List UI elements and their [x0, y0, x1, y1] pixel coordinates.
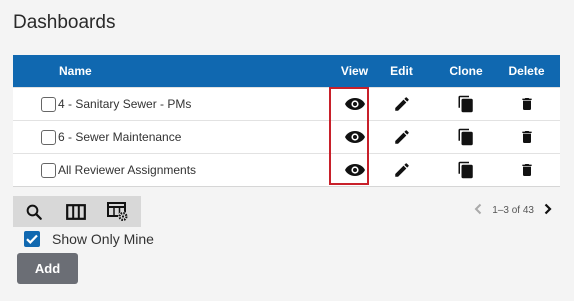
chevron-right-icon — [544, 203, 552, 215]
table-toolbar — [13, 196, 141, 227]
table-row: 4 - Sanitary Sewer - PMs — [13, 87, 560, 120]
clone-button[interactable] — [432, 121, 500, 153]
column-header-edit: Edit — [390, 64, 413, 78]
dashboard-name[interactable]: 4 - Sanitary Sewer - PMs — [58, 97, 191, 111]
column-header-name[interactable]: Name — [13, 64, 338, 78]
table-settings-icon — [107, 201, 128, 221]
table-row: 6 - Sewer Maintenance — [13, 120, 560, 153]
dashboard-name[interactable]: 6 - Sewer Maintenance — [58, 130, 181, 144]
delete-button[interactable] — [500, 154, 553, 186]
column-header-clone: Clone — [449, 64, 483, 78]
row-checkbox[interactable] — [41, 96, 56, 112]
dashboard-name[interactable]: All Reviewer Assignments — [58, 163, 196, 177]
edit-button[interactable] — [371, 121, 432, 153]
chevron-left-icon — [474, 203, 482, 215]
add-button[interactable]: Add — [17, 253, 78, 284]
row-checkbox[interactable] — [41, 129, 56, 145]
edit-button[interactable] — [371, 154, 432, 186]
delete-button[interactable] — [500, 121, 553, 153]
row-checkbox[interactable] — [41, 162, 56, 178]
trash-icon — [521, 131, 532, 143]
copy-icon — [458, 128, 473, 146]
columns-button[interactable] — [55, 196, 97, 227]
eye-icon — [344, 131, 365, 143]
show-only-mine-toggle[interactable]: Show Only Mine — [24, 231, 154, 247]
table-row: All Reviewer Assignments — [13, 153, 560, 186]
checkmark-icon — [26, 234, 38, 244]
dashboards-table: Name View Edit Clone Delete 4 - Sanitary… — [13, 55, 560, 187]
page-range: 1–3 of 43 — [492, 205, 534, 216]
table-settings-button[interactable] — [97, 196, 139, 227]
pencil-icon — [394, 163, 409, 177]
view-button[interactable] — [338, 121, 371, 153]
table-header: Name View Edit Clone Delete — [13, 55, 560, 87]
column-header-view: View — [340, 64, 369, 78]
pencil-icon — [394, 130, 409, 144]
show-only-mine-label: Show Only Mine — [52, 231, 154, 247]
copy-icon — [458, 161, 473, 179]
columns-icon — [66, 203, 86, 220]
previous-page-button[interactable] — [474, 203, 482, 218]
clone-button[interactable] — [432, 154, 500, 186]
search-button[interactable] — [13, 196, 55, 227]
eye-icon — [344, 98, 365, 110]
next-page-button[interactable] — [544, 203, 552, 218]
search-icon — [26, 204, 42, 220]
column-header-delete: Delete — [508, 64, 545, 78]
eye-icon — [344, 164, 365, 176]
page-title: Dashboards — [13, 12, 116, 33]
pagination: 1–3 of 43 — [474, 203, 552, 218]
pencil-icon — [394, 97, 409, 111]
view-button[interactable] — [338, 88, 371, 120]
copy-icon — [458, 95, 473, 113]
trash-icon — [521, 98, 532, 110]
trash-icon — [521, 164, 532, 176]
edit-button[interactable] — [371, 88, 432, 120]
show-only-mine-checkbox[interactable] — [24, 231, 40, 247]
clone-button[interactable] — [432, 88, 500, 120]
delete-button[interactable] — [500, 88, 553, 120]
view-button[interactable] — [338, 154, 371, 186]
